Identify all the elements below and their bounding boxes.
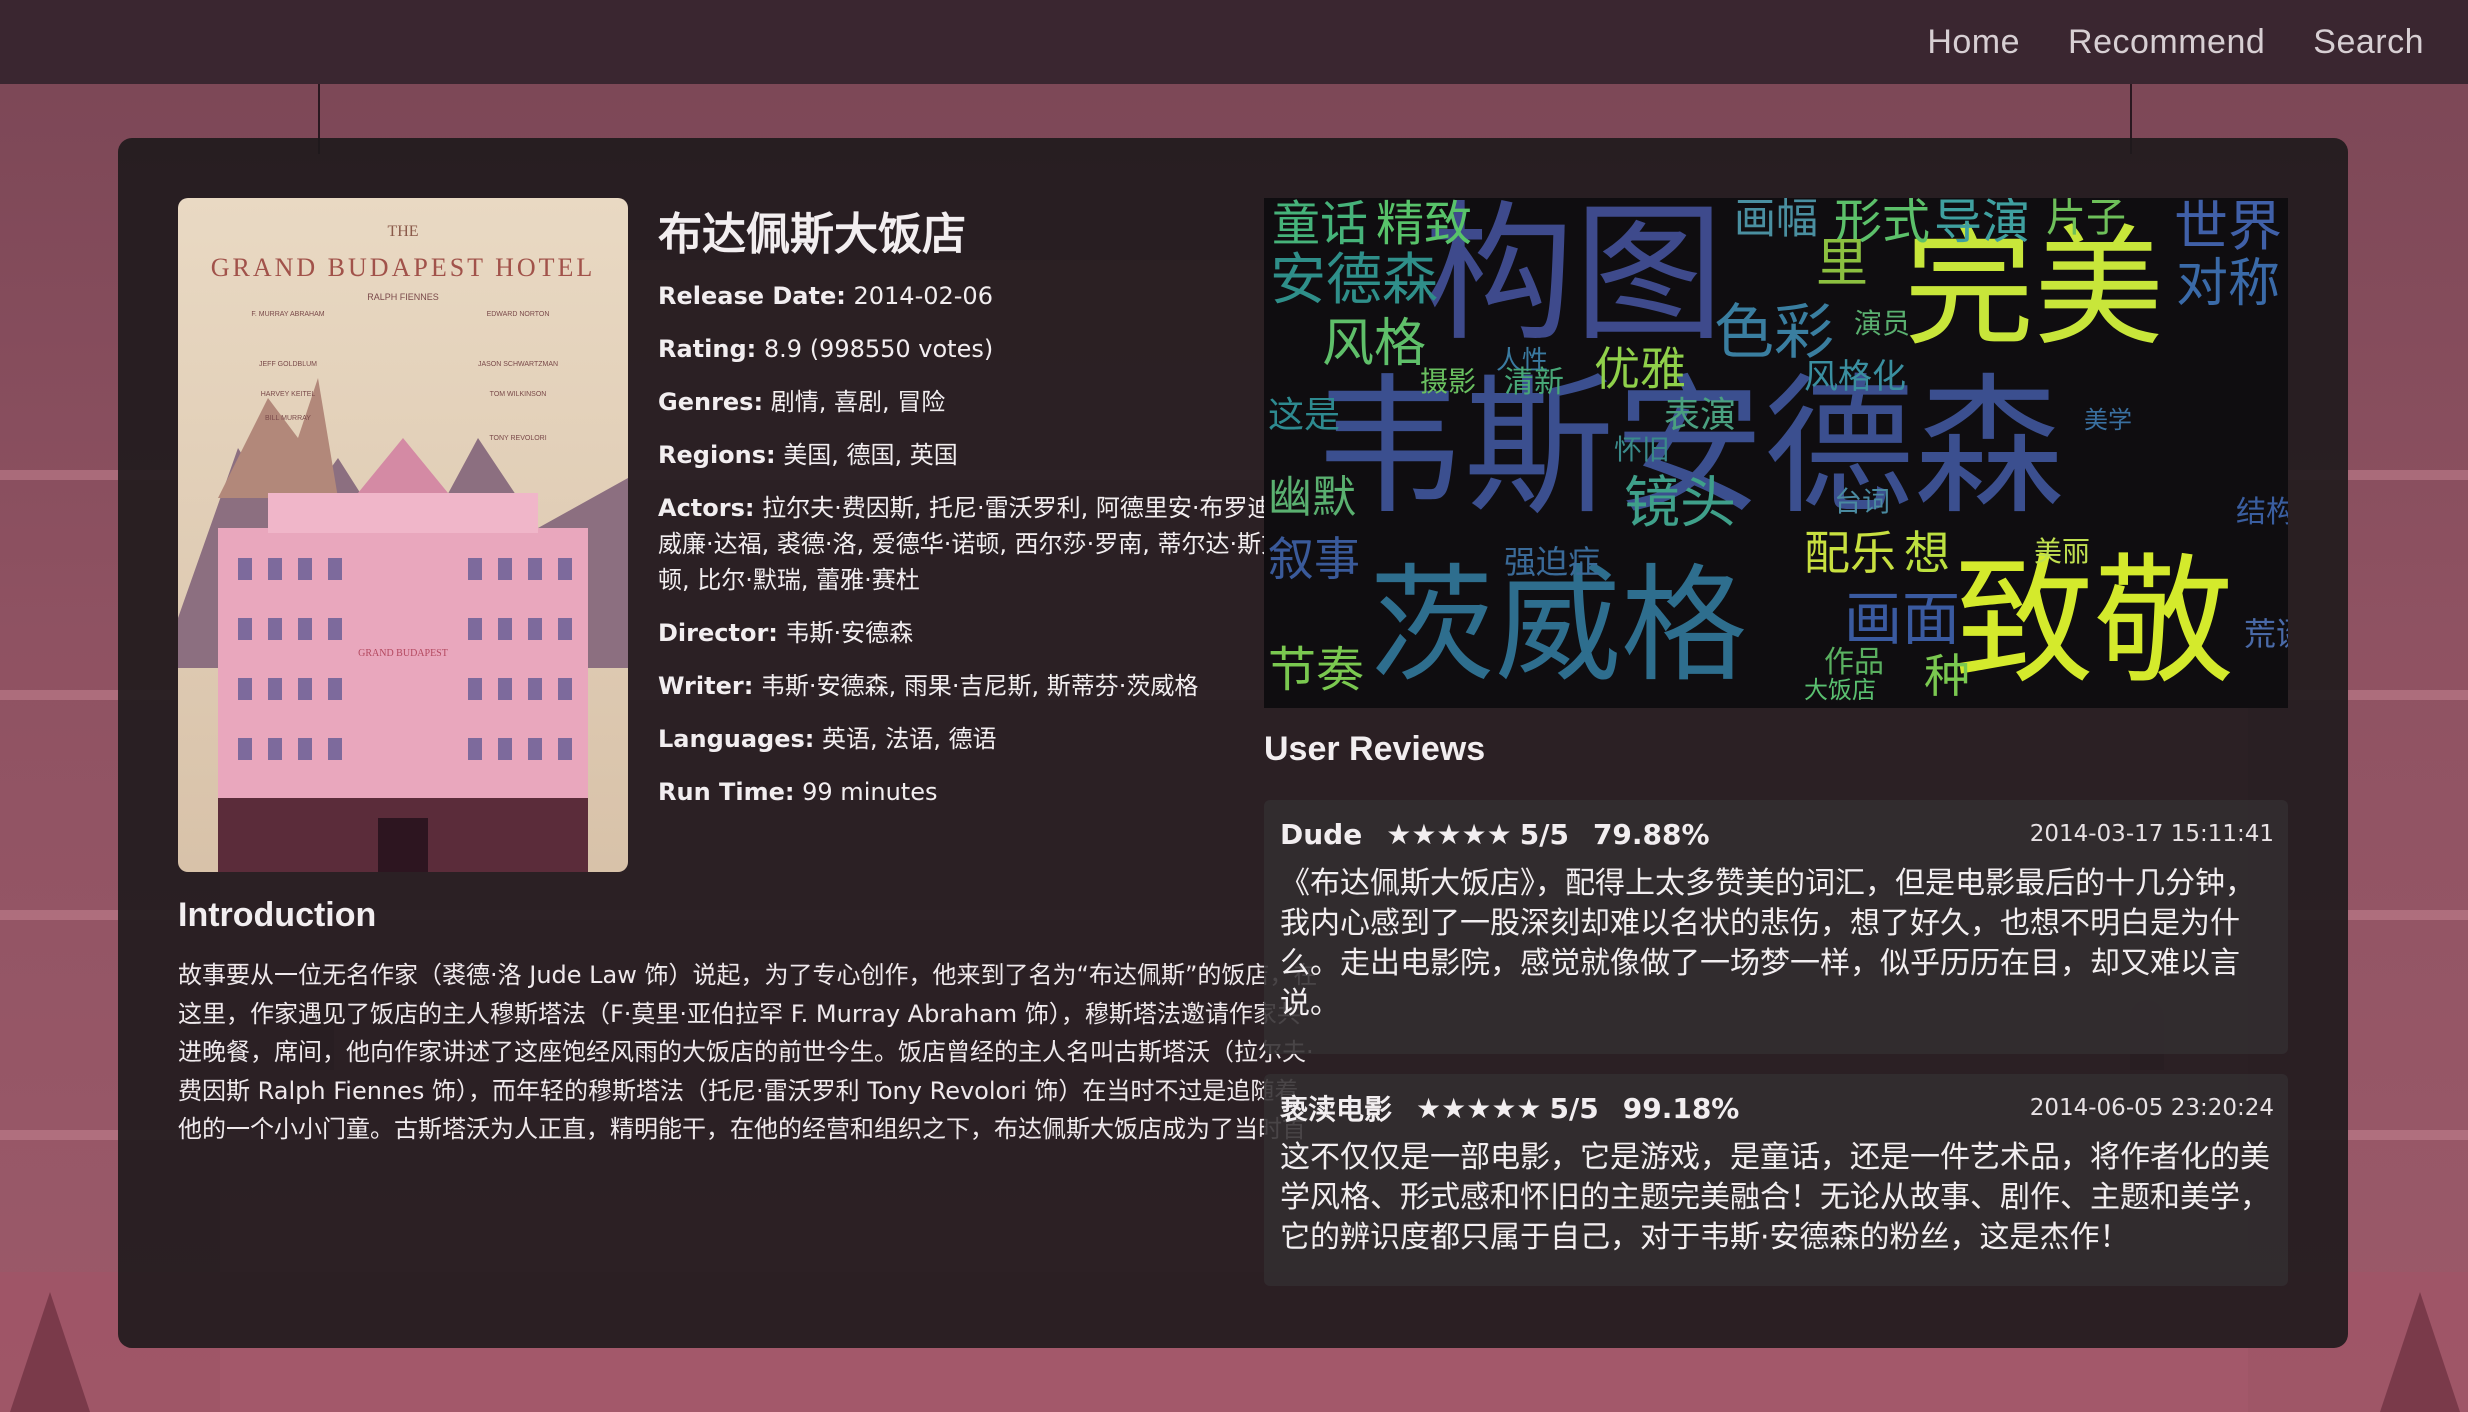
nav-search-link[interactable]: Search — [2313, 23, 2424, 62]
review-text: 《布达佩斯大饭店》，配得上太多赞美的词汇，但是电影最后的十几分钟，我内心感到了一… — [1280, 866, 2255, 1021]
word-cloud-word: 安德森 — [1270, 248, 1438, 313]
nav-links: Home Recommend Search — [1927, 0, 2424, 84]
word-cloud-word: 导演 — [1934, 198, 2031, 250]
movie-detail-panel: THE GRAND BUDAPEST HOTEL RALPH FIENNES F… — [118, 138, 2348, 1348]
user-reviews-heading: User Reviews — [1264, 730, 1486, 768]
director-row: Director: 韦斯·安德森 — [658, 619, 914, 647]
word-cloud-word: 色彩 — [1714, 298, 1834, 368]
word-cloud-word: 致敬 — [1954, 541, 2235, 704]
svg-text:RALPH FIENNES: RALPH FIENNES — [367, 292, 439, 302]
svg-text:THE: THE — [387, 223, 418, 240]
word-cloud-word: 镜头 — [1624, 471, 1736, 536]
actors-row: Actors: 拉尔夫·费因斯, 托尼·雷沃罗利, 阿德里安·布罗迪, 威廉·达… — [658, 494, 1286, 594]
word-cloud-word: 想 — [1904, 526, 1950, 580]
svg-text:TOM WILKINSON: TOM WILKINSON — [490, 391, 547, 398]
review-percent: 79.88% — [1592, 817, 1710, 851]
review-date: 2014-03-17 15:11:41 — [2029, 821, 2274, 847]
movie-title: 布达佩斯大饭店 — [658, 209, 966, 260]
word-cloud-word: 怀旧 — [1614, 433, 1671, 466]
review-username[interactable]: 亵渎电影 — [1280, 1088, 1392, 1128]
review-score: 5/5 — [1549, 1091, 1599, 1125]
runtime-row: Run Time: 99 minutes — [658, 778, 938, 806]
word-cloud-word: 美学 — [2084, 406, 2132, 434]
word-cloud-word: 童话 — [1272, 198, 1369, 252]
word-cloud-word: 大饭店 — [1804, 676, 1876, 704]
svg-text:JASON SCHWARTZMAN: JASON SCHWARTZMAN — [478, 361, 558, 368]
word-cloud-word: 荒诞 — [2244, 615, 2288, 653]
word-cloud-word: 节奏 — [1268, 642, 1365, 698]
word-cloud-word: 叙事 — [1268, 532, 1360, 586]
word-cloud-word: 里 — [1816, 234, 1869, 294]
writer-row: Writer: 韦斯·安德森, 雨果·吉尼斯, 斯蒂芬·茨威格 — [658, 672, 1199, 700]
release-date-row: Release Date: 2014-02-06 — [658, 282, 993, 310]
genres-row: Genres: 剧情, 喜剧, 冒险 — [658, 388, 946, 416]
nav-home-link[interactable]: Home — [1927, 23, 2020, 62]
word-cloud-word: 优雅 — [1594, 342, 1686, 396]
word-cloud-word: 种 — [1924, 649, 1970, 703]
word-cloud-word: 精致 — [1376, 198, 1473, 252]
svg-text:F. MURRAY ABRAHAM: F. MURRAY ABRAHAM — [251, 311, 324, 318]
word-cloud-word: 片子 — [2046, 198, 2126, 241]
svg-text:BILL MURRAY: BILL MURRAY — [265, 415, 311, 422]
svg-text:TONY REVOLORI: TONY REVOLORI — [489, 435, 546, 442]
review-date: 2014-06-05 23:20:24 — [2029, 1095, 2274, 1121]
word-cloud: 韦斯安德森 构图 完美 致敬 茨威格 童话 精致 安德森 画幅 形式 导演 片子… — [1264, 198, 2288, 708]
word-cloud-word: 摄影 — [1420, 365, 1477, 398]
review-username[interactable]: Dude — [1280, 818, 1362, 851]
word-cloud-word: 美丽 — [2034, 535, 2091, 568]
word-cloud-word: 茨威格 — [1369, 552, 1747, 699]
word-cloud-word: 画幅 — [1734, 198, 1819, 243]
star-rating-icon: ★★★★★ — [1386, 817, 1512, 851]
word-cloud-word: 表演 — [1664, 395, 1737, 436]
word-cloud-word: 清新 — [1504, 365, 1564, 400]
word-cloud-word: 作品 — [1824, 645, 1884, 680]
svg-text:HARVEY KEITEL: HARVEY KEITEL — [261, 391, 316, 398]
review-text: 这不仅仅是一部电影，它是游戏，是童话，还是一件艺术品，将作者化的美学风格、形式感… — [1280, 1140, 2270, 1255]
svg-text:GRAND BUDAPEST HOTEL: GRAND BUDAPEST HOTEL — [211, 253, 596, 282]
nav-recommend-link[interactable]: Recommend — [2068, 23, 2265, 62]
movie-details: 布达佩斯大饭店 Release Date: 2014-02-06 Rating:… — [658, 198, 1308, 827]
word-cloud-word: 这是 — [1268, 395, 1341, 436]
word-cloud-word: 风格 — [1322, 314, 1427, 374]
svg-text:JEFF GOLDBLUM: JEFF GOLDBLUM — [259, 361, 317, 368]
top-navbar: Home Recommend Search — [0, 0, 2468, 84]
word-cloud-word: 画面 — [1844, 585, 1961, 653]
introduction-heading: Introduction — [178, 896, 377, 934]
movie-poster: THE GRAND BUDAPEST HOTEL RALPH FIENNES F… — [178, 198, 628, 872]
rating-row: Rating: 8.9 (998550 votes) — [658, 335, 994, 363]
word-cloud-word: 幽默 — [1268, 472, 1356, 523]
word-cloud-word: 结构 — [2236, 495, 2288, 530]
word-cloud-word: 风格化 — [1804, 357, 1906, 397]
review-score: 5/5 — [1519, 817, 1569, 851]
word-cloud-word: 演员 — [1854, 307, 1911, 340]
star-rating-icon: ★★★★★ — [1416, 1091, 1542, 1125]
review-percent: 99.18% — [1622, 1091, 1740, 1125]
review-card: Dude ★★★★★ 5/5 79.88% 2014-03-17 15:11:4… — [1264, 800, 2288, 1054]
review-card: 亵渎电影 ★★★★★ 5/5 99.18% 2014-06-05 23:20:2… — [1264, 1074, 2288, 1286]
introduction-text: 故事要从一位无名作家（裘德·洛 Jude Law 饰）说起，为了专心创作，他来到… — [178, 961, 1318, 1143]
word-cloud-word: 配乐 — [1804, 526, 1896, 580]
word-cloud-word: 强迫症 — [1504, 543, 1601, 581]
word-cloud-word: 对称 — [2176, 254, 2281, 314]
word-cloud-word: 世界 — [2174, 198, 2282, 258]
word-cloud-word: 台词 — [1834, 485, 1891, 518]
svg-text:EDWARD NORTON: EDWARD NORTON — [487, 311, 550, 318]
languages-row: Languages: 英语, 法语, 德语 — [658, 725, 997, 753]
svg-text:GRAND BUDAPEST: GRAND BUDAPEST — [358, 648, 448, 659]
regions-row: Regions: 美国, 德国, 英国 — [658, 441, 958, 469]
